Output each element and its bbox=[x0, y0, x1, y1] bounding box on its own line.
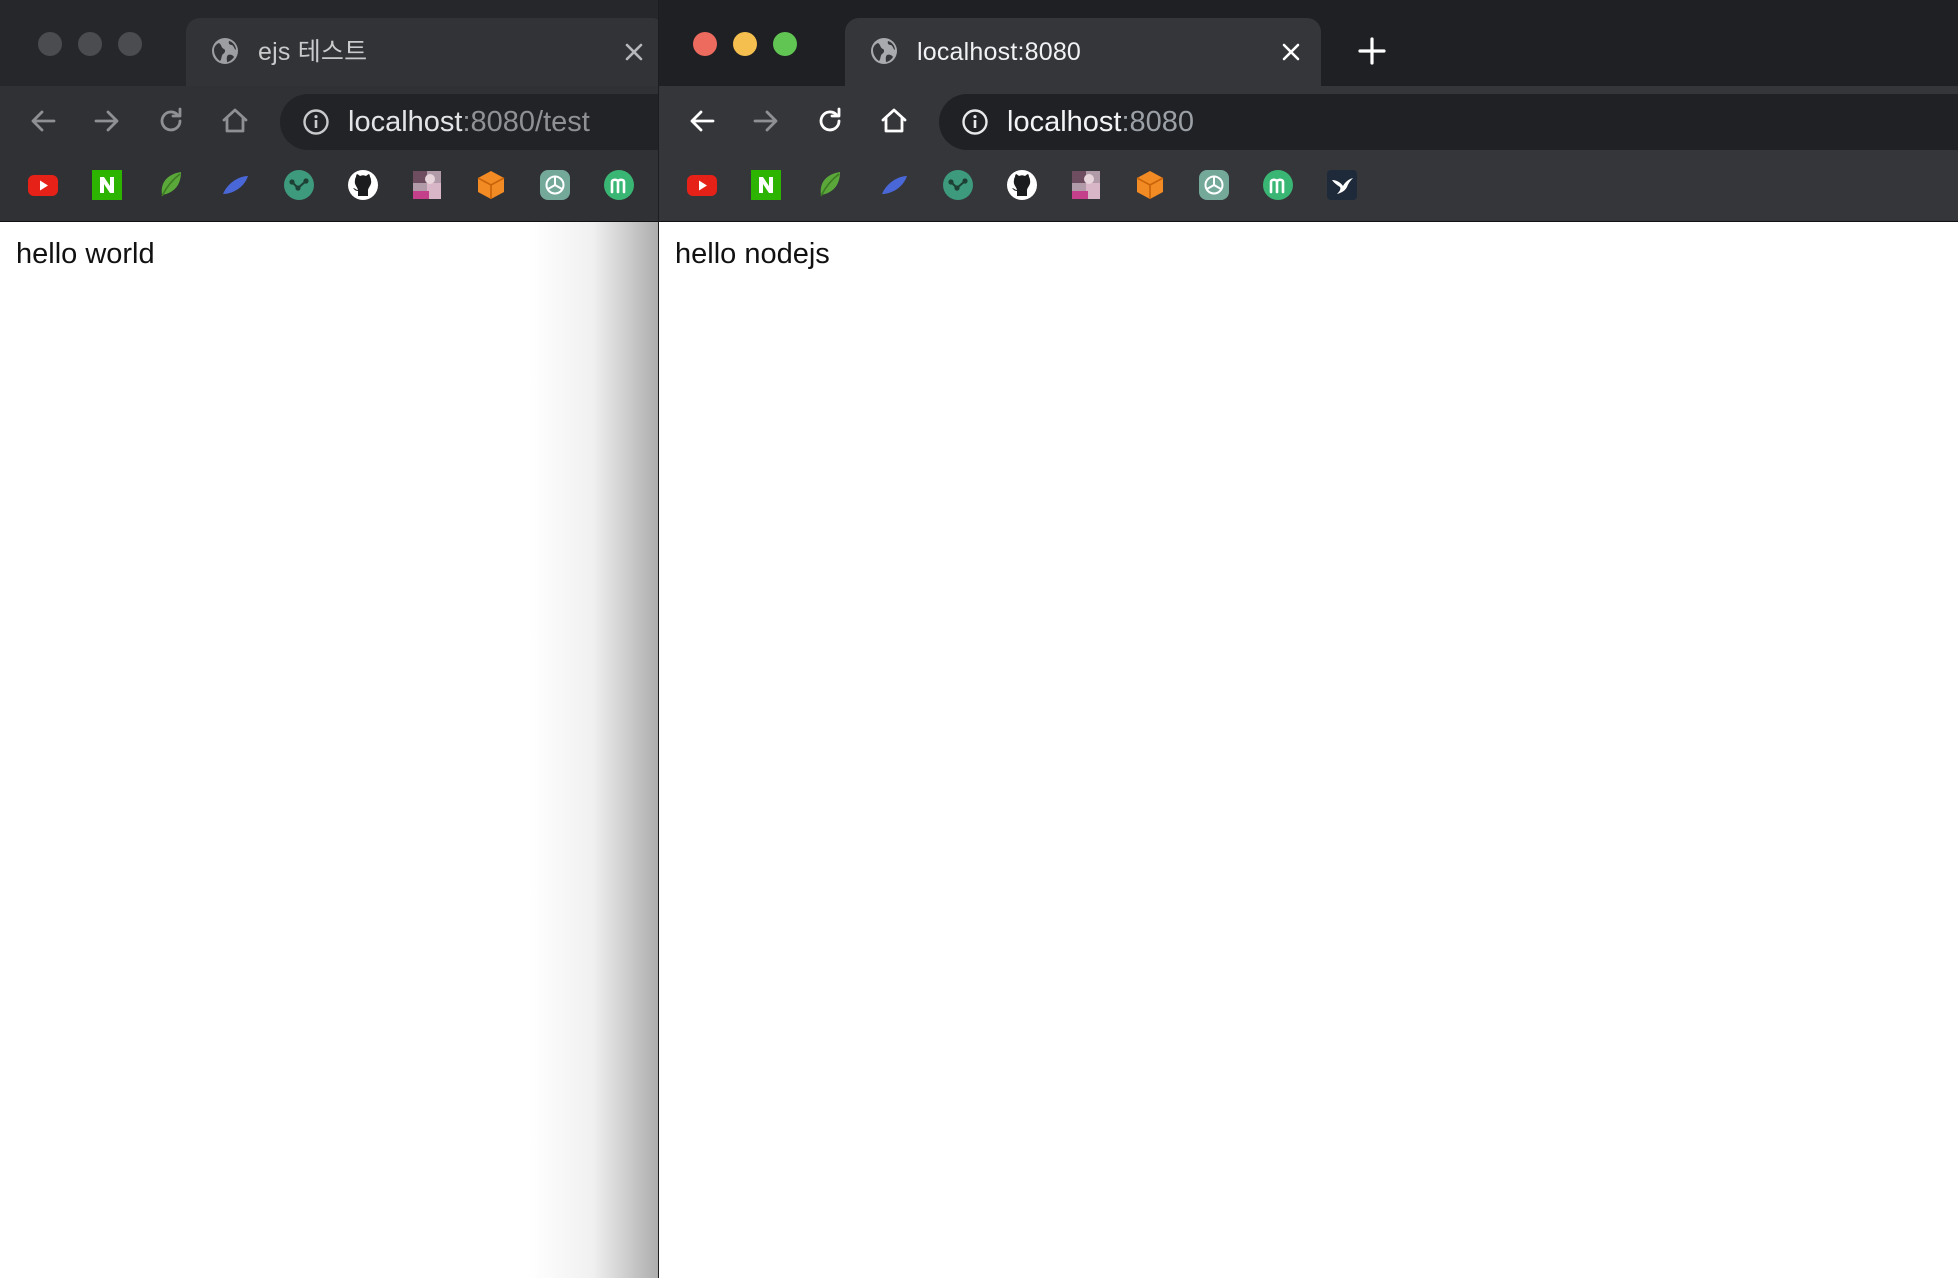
m-icon[interactable] bbox=[1261, 168, 1295, 202]
gitgraph-icon[interactable] bbox=[282, 168, 316, 202]
photo-icon[interactable] bbox=[1069, 168, 1103, 202]
leaf-icon[interactable] bbox=[813, 168, 847, 202]
home-icon[interactable] bbox=[877, 104, 911, 138]
back-arrow-icon[interactable] bbox=[685, 104, 719, 138]
globe-icon bbox=[871, 38, 897, 64]
back-arrow-icon[interactable] bbox=[26, 104, 60, 138]
home-icon[interactable] bbox=[218, 104, 252, 138]
tab-title: ejs 테스트 bbox=[258, 38, 368, 66]
new-tab-plus-icon[interactable] bbox=[1357, 36, 1387, 66]
url-text: localhost:8080/test bbox=[348, 106, 590, 138]
window-controls bbox=[38, 32, 142, 56]
youtube-icon[interactable] bbox=[26, 168, 60, 202]
chatgpt-icon[interactable] bbox=[538, 168, 572, 202]
forward-arrow-icon[interactable] bbox=[90, 104, 124, 138]
forward-arrow-icon[interactable] bbox=[749, 104, 783, 138]
photo-icon[interactable] bbox=[410, 168, 444, 202]
box-icon[interactable] bbox=[1133, 168, 1167, 202]
toolbar: localhost:8080 bbox=[659, 86, 1958, 222]
page-body-text: hello nodejs bbox=[675, 238, 830, 270]
maximize-window-button[interactable] bbox=[773, 32, 797, 56]
youtube-icon[interactable] bbox=[685, 168, 719, 202]
chatgpt-icon[interactable] bbox=[1197, 168, 1231, 202]
window-controls bbox=[693, 32, 797, 56]
url-text: localhost:8080 bbox=[1007, 106, 1195, 138]
tab-active[interactable]: localhost:8080 bbox=[845, 18, 1321, 86]
close-tab-icon[interactable] bbox=[1279, 40, 1303, 64]
m-icon[interactable] bbox=[602, 168, 636, 202]
close-tab-icon[interactable] bbox=[622, 40, 646, 64]
info-icon[interactable] bbox=[961, 108, 989, 136]
feather-icon[interactable] bbox=[218, 168, 252, 202]
github-icon[interactable] bbox=[1005, 168, 1039, 202]
info-icon[interactable] bbox=[302, 108, 330, 136]
reload-icon[interactable] bbox=[154, 104, 188, 138]
box-icon[interactable] bbox=[474, 168, 508, 202]
tab-strip: localhost:8080 bbox=[659, 0, 1958, 86]
tab-active[interactable]: ejs 테스트 bbox=[186, 18, 658, 86]
bird-icon[interactable] bbox=[1325, 168, 1359, 202]
naver-icon[interactable] bbox=[749, 168, 783, 202]
window-shadow bbox=[528, 222, 658, 1278]
gitgraph-icon[interactable] bbox=[941, 168, 975, 202]
close-window-button[interactable] bbox=[38, 32, 62, 56]
maximize-window-button[interactable] bbox=[118, 32, 142, 56]
feather-icon[interactable] bbox=[877, 168, 911, 202]
toolbar: localhost:8080/test bbox=[0, 86, 658, 222]
minimize-window-button[interactable] bbox=[78, 32, 102, 56]
page-body-text: hello world bbox=[16, 238, 155, 270]
minimize-window-button[interactable] bbox=[733, 32, 757, 56]
browser-window-inactive: ejs 테스트 localhost:8080/test hello world bbox=[0, 0, 658, 1278]
address-bar[interactable]: localhost:8080 bbox=[939, 94, 1958, 150]
naver-icon[interactable] bbox=[90, 168, 124, 202]
leaf-icon[interactable] bbox=[154, 168, 188, 202]
globe-icon bbox=[212, 38, 238, 64]
github-icon[interactable] bbox=[346, 168, 380, 202]
address-bar[interactable]: localhost:8080/test bbox=[280, 94, 658, 150]
reload-icon[interactable] bbox=[813, 104, 847, 138]
tab-title: localhost:8080 bbox=[917, 38, 1082, 66]
close-window-button[interactable] bbox=[693, 32, 717, 56]
browser-window-active: localhost:8080 localhost:8080 hello node… bbox=[658, 0, 1958, 1278]
tab-strip: ejs 테스트 bbox=[0, 0, 658, 86]
